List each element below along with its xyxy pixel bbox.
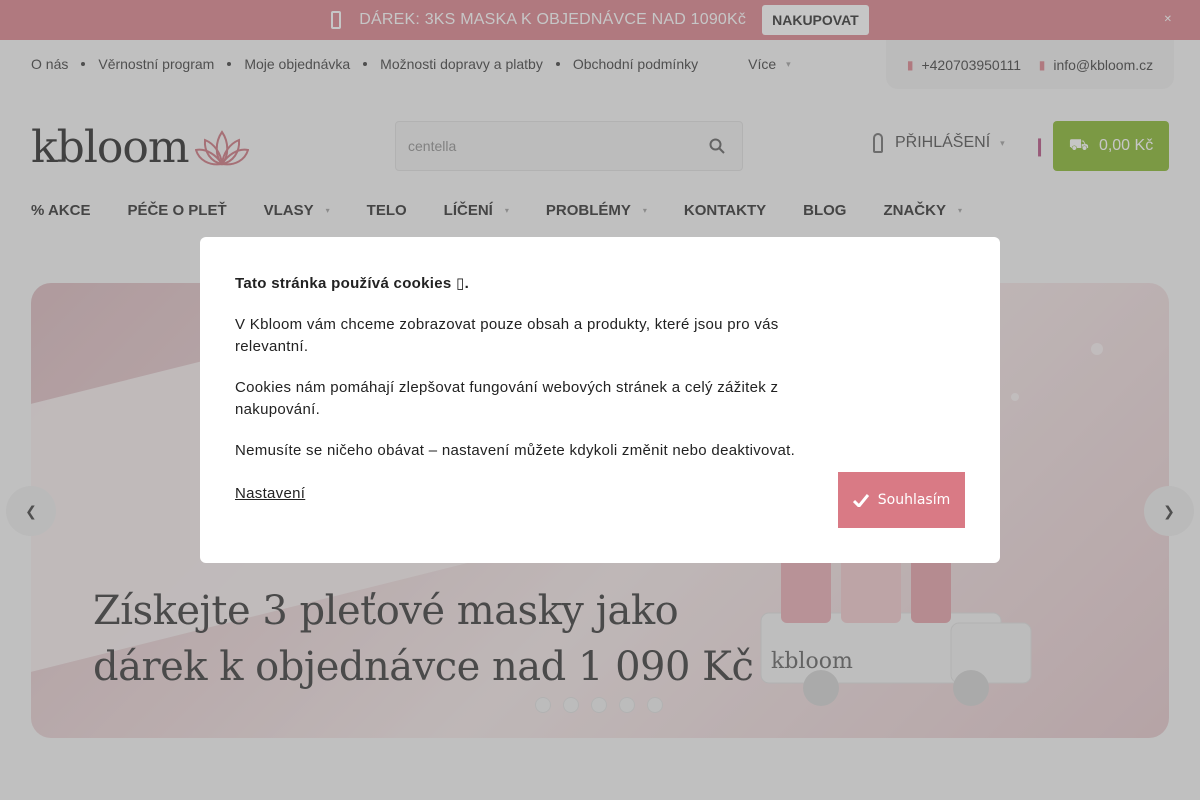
cookie-icon: ▯ bbox=[456, 275, 465, 292]
accept-label: Souhlasím bbox=[877, 492, 951, 508]
cookie-paragraph-3: Nemusíte se ničeho obávat – nastavení mů… bbox=[235, 442, 796, 459]
checkmark-icon bbox=[852, 493, 869, 507]
cookie-paragraph-2: Cookies nám pomáhají zlepšovat fungování… bbox=[235, 379, 779, 418]
cookie-consent-dialog: Tato stránka používá cookies ▯. V Kbloom… bbox=[200, 237, 1000, 563]
cookie-title-suffix: . bbox=[464, 275, 470, 292]
cookie-text: Tato stránka používá cookies ▯. V Kbloom… bbox=[235, 273, 805, 505]
cookie-title-text: Tato stránka používá cookies bbox=[235, 275, 452, 292]
accept-cookies-button[interactable]: Souhlasím bbox=[838, 472, 965, 528]
cookie-title: Tato stránka používá cookies ▯. bbox=[235, 273, 805, 295]
cookie-paragraph-1: V Kbloom vám chceme zobrazovat pouze obs… bbox=[235, 316, 779, 355]
cookie-settings-link[interactable]: Nastavení bbox=[235, 483, 305, 505]
